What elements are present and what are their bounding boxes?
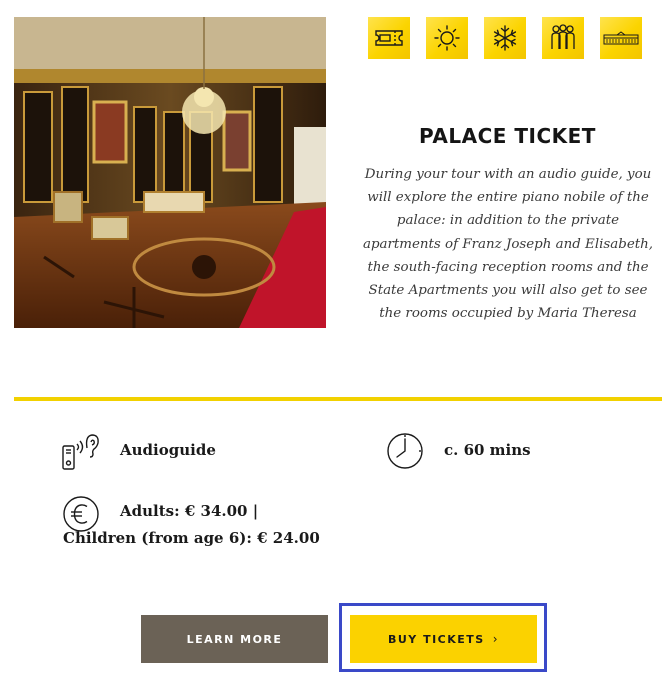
audioguide-label: Audioguide xyxy=(120,441,216,459)
learn-more-label: LEARN MORE xyxy=(186,632,283,646)
price-children: Children (from age 6): € 24.00 xyxy=(63,529,320,547)
audioguide-icon xyxy=(60,432,102,476)
learn-more-button[interactable]: LEARN MORE xyxy=(141,615,328,663)
section-divider xyxy=(14,397,662,401)
palace-icon xyxy=(600,17,642,59)
group-icon xyxy=(542,17,584,59)
ticket-icon xyxy=(368,17,410,59)
ticket-title: PALACE TICKET xyxy=(419,124,596,148)
price-adults: Adults: € 34.00 | xyxy=(120,502,259,520)
snowflake-icon xyxy=(484,17,526,59)
clock-icon xyxy=(386,432,424,474)
palace-room-photo xyxy=(14,17,326,328)
sun-icon xyxy=(426,17,468,59)
ticket-description: During your tour with an audio guide, yo… xyxy=(362,167,654,322)
buy-tickets-label: BUY TICKETS xyxy=(387,632,485,646)
chevron-right-icon: › xyxy=(492,632,500,646)
feature-icons xyxy=(368,17,642,59)
buy-tickets-button[interactable]: BUY TICKETS › xyxy=(350,615,537,663)
duration-label: c. 60 mins xyxy=(444,441,531,459)
